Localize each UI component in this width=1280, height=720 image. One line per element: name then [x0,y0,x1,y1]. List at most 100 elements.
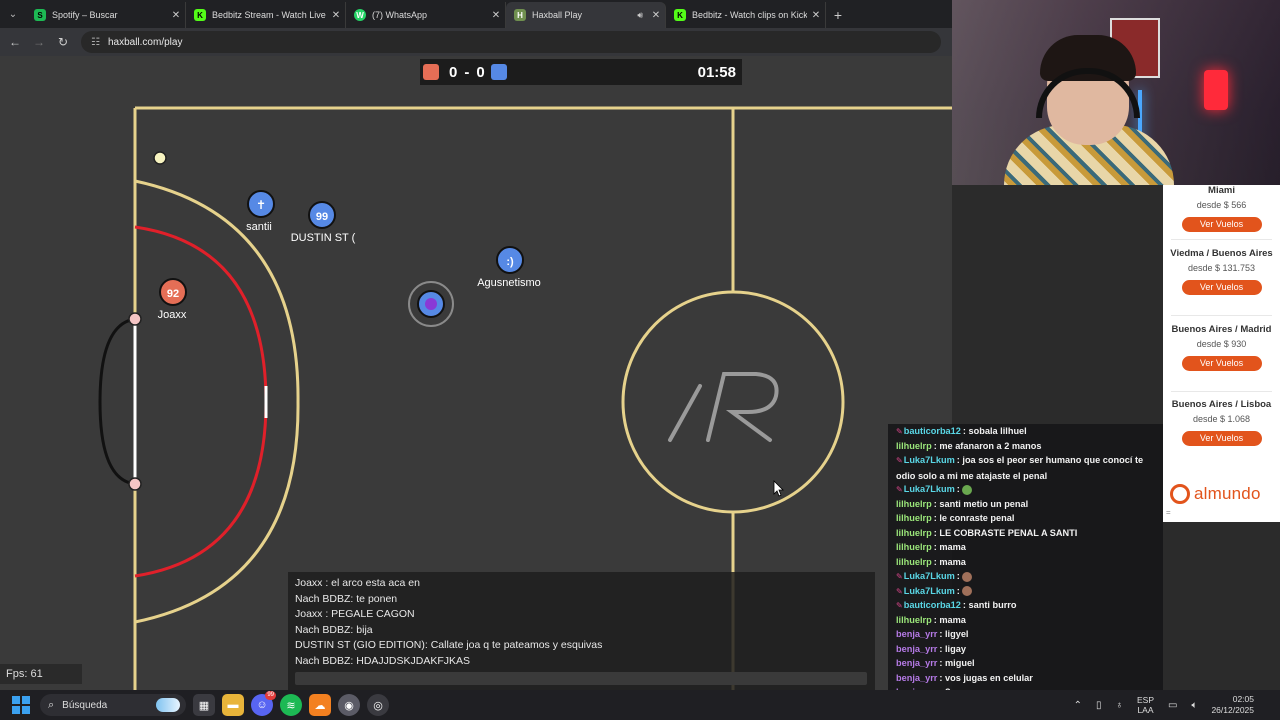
player-name-dustin: DUSTIN ST ( [290,232,356,244]
windows-taskbar: ⌕ Búsqueda ▦ ▬ 99 ☺ ≋ ☁ ◉ ◎ ⌃ ▯ ♁ ESP LA… [0,690,1280,720]
chat-badge-pencil-icon: ✎ [896,601,903,610]
chat-username[interactable]: lilhuelrp [896,513,932,523]
ad-item-miami[interactable]: Miami desde $ 566 Ver Vuelos [1163,185,1280,232]
ad-price: desde $ 566 [1196,199,1247,210]
blue-team-square [490,64,507,80]
close-icon[interactable]: ✕ [327,10,345,21]
forward-arrow-icon[interactable]: → [27,35,51,49]
stream-chat-message: benja_yrr: miguel [896,656,1163,671]
chat-message: Nach BDBZ: HDAJJDSKJDAKFJKAS [295,654,471,667]
chat-username[interactable]: Luka7Lkum [904,484,955,494]
discord-icon[interactable]: 99 ☺ [251,691,276,716]
monitor-icon[interactable]: ▭ [1168,700,1177,711]
chat-username[interactable]: lilhuelrp [896,528,932,538]
tab-haxball[interactable]: H Haxball Play 🔊︎ ✕ [506,2,666,28]
tab-kick-stream[interactable]: K Bedbitz Stream - Watch Live on ✕ [186,2,346,28]
almundo-logo[interactable]: almundo [1170,484,1261,504]
chat-username[interactable]: bauticorba12 [904,600,961,610]
chat-badge-pencil-icon: ✎ [896,427,903,436]
chat-username[interactable]: lilhuelrp [896,542,932,552]
tab-whatsapp[interactable]: W (7) WhatsApp ✕ [346,2,506,28]
spotify-taskbar-icon[interactable]: ≋ [280,694,302,716]
close-icon[interactable]: ✕ [167,10,185,21]
chat-text: mama [939,542,966,552]
store-icon[interactable]: ▦ [193,694,215,716]
new-tab-plus-icon[interactable]: + [826,2,850,28]
chat-text: LE COBRASTE PENAL A SANTI [939,527,1078,538]
reload-icon[interactable]: ↻ [51,35,75,49]
penalty-area-arc [134,179,300,624]
ad-item-lisboa[interactable]: Buenos Aires / Lisboa desde $ 1.068 Ver … [1163,399,1280,446]
chat-username[interactable]: lilhuelrp [896,557,932,567]
game-chat-input[interactable] [295,672,867,685]
chrome-icon[interactable]: ◉ [338,694,360,716]
stream-chat-message: lilhuelrp: santi metio un penal [896,497,1163,512]
ad-city: Miami [1208,185,1235,196]
player-name-agusnetismo: Agusnetismo [477,277,541,289]
ver-vuelos-button[interactable]: Ver Vuelos [1181,216,1262,232]
volume-icon[interactable]: 🔈︎ [1191,700,1197,711]
url-text: haxball.com/play [107,36,183,48]
streamer-webcam [952,0,1280,185]
usb-icon[interactable]: ▯ [1096,700,1102,711]
address-bar[interactable]: ☷ haxball.com/play [81,31,941,53]
chat-username[interactable]: benja_yrr [896,673,937,683]
tab-title: Haxball Play [532,10,583,20]
tab-title: Bedbitz Stream - Watch Live on [212,10,327,20]
goal-area-arc [134,225,268,578]
chat-text: santi metio un penal [939,498,1029,509]
chat-message: Joaxx : PEGALE CAGON [295,608,415,621]
windows-start-icon[interactable] [12,696,30,714]
chat-badge-pencil-icon: ✎ [896,586,903,596]
chat-username[interactable]: Luka7Lkum [904,586,955,596]
system-tray: ⌃ ▯ ♁ ESP LAA ▭ 🔈︎ 02:05 26/12/2025 [1074,694,1280,716]
goal-post-top [128,312,142,326]
almundo-logo-icon [1170,484,1190,504]
close-icon[interactable]: ✕ [487,10,505,21]
ver-vuelos-button[interactable]: Ver Vuelos [1181,355,1262,371]
tab-spotify[interactable]: S Spotify – Buscar ✕ [26,2,186,28]
stream-chat-message: ✎Luka7Lkum: joa sos el peor ser humano q… [896,453,1158,483]
input-language[interactable]: ESP LAA [1137,695,1154,715]
ad-item-madrid[interactable]: Buenos Aires / Madrid desde $ 930 Ver Vu… [1163,324,1280,371]
close-icon[interactable]: ✕ [807,10,825,21]
microphone-icon[interactable]: ♁ [1115,700,1123,711]
center-circle [621,290,845,514]
svg-text:92: 92 [167,288,179,300]
chat-message: Joaxx : el arco esta aca en [295,577,420,589]
tab-kick-clips[interactable]: K Bedbitz - Watch clips on Kick ✕ [666,2,826,28]
chat-badge-pencil-icon: ✎ [896,572,903,581]
haxball-game-canvas[interactable]: ✝ 99 :) 92 0 - 0 01:58 santii DUSTIN ST … [0,56,952,690]
speaker-icon[interactable]: 🔊︎ [637,10,643,21]
back-arrow-icon[interactable]: ← [3,35,27,49]
stream-chat-message: ✎Luka7Lkum: [896,482,1163,498]
chat-username[interactable]: Luka7Lkum [904,571,955,581]
obs-icon[interactable]: ◎ [367,694,389,716]
ver-vuelos-button[interactable]: Ver Vuelos [1181,430,1262,446]
chat-username[interactable]: Luka7Lkum [904,455,955,465]
close-icon[interactable]: ✕ [647,10,665,21]
file-explorer-icon[interactable]: ▬ [222,694,244,716]
chat-username[interactable]: benja_yrr [896,658,937,668]
ad-item-viedma[interactable]: Viedma / Buenos Aires desde $ 131.753 Ve… [1163,248,1280,295]
chat-username[interactable]: lilhuelrp [896,615,932,625]
ad-divider [1171,315,1272,316]
tab-title: Spotify – Buscar [52,10,118,20]
tray-chevron-up-icon[interactable]: ⌃ [1074,700,1082,711]
chat-username[interactable]: lilhuelrp [896,441,932,451]
search-highlight-icon [156,698,180,712]
chat-username[interactable]: bauticorba12 [904,426,961,436]
chat-username[interactable]: benja_yrr [896,644,937,654]
clock[interactable]: 02:05 26/12/2025 [1211,694,1254,716]
site-info-icon[interactable]: ☷ [91,37,100,48]
chat-username[interactable]: benja_yrr [896,629,937,639]
haxball-icon: H [514,9,526,21]
taskbar-search[interactable]: ⌕ Búsqueda [40,694,186,716]
cloudflare-icon[interactable]: ☁ [309,694,331,716]
chat-username[interactable]: lilhuelrp [896,499,932,509]
stream-chat-message: lilhuelrp: LE COBRASTE PENAL A SANTI [896,526,1163,541]
tab-search-chevron-icon[interactable]: ⌄ [0,0,26,28]
ver-vuelos-button[interactable]: Ver Vuelos [1181,279,1262,295]
chat-text: mama [939,556,966,567]
chat-badge-pencil-icon: ✎ [896,485,903,494]
